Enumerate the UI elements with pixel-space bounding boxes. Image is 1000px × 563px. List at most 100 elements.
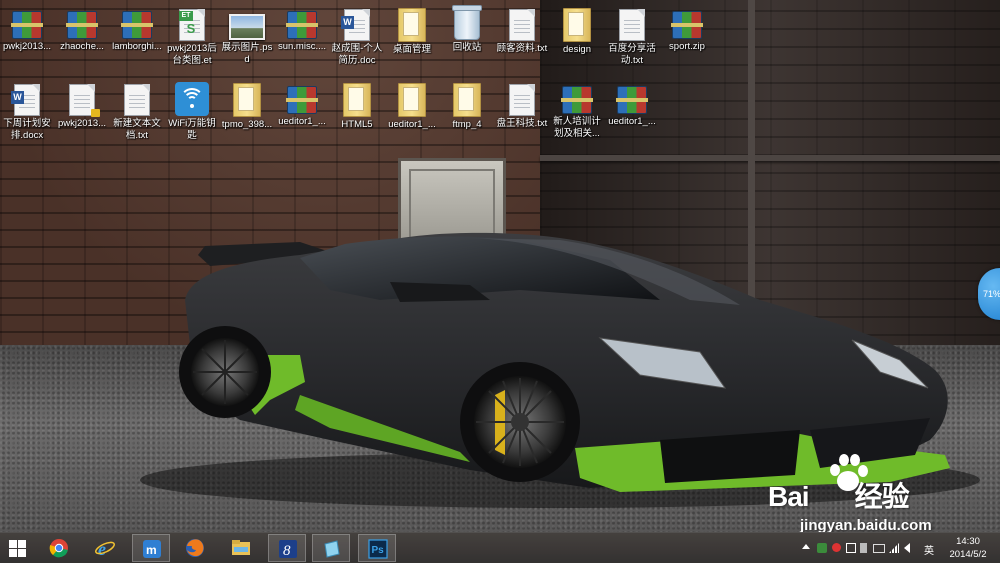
app-8-icon: 8 — [279, 540, 297, 559]
taskbar-app-photoshop[interactable]: Ps — [358, 534, 396, 562]
taskbar-app-8[interactable]: 8 — [268, 534, 306, 562]
volume-icon[interactable] — [904, 543, 910, 553]
desktop-icon[interactable]: ftmp_4 — [440, 77, 494, 131]
taskbar-app-ie[interactable]: e — [86, 534, 124, 562]
desktop-icon[interactable]: 百度分享活动.txt — [605, 2, 659, 67]
show-hidden-icons-icon[interactable] — [802, 544, 810, 549]
text-file-icon — [619, 9, 645, 41]
desktop-icon[interactable]: ueditor1_... — [605, 77, 659, 128]
photoshop-icon: Ps — [368, 539, 388, 559]
desktop-icon-label: pwkj2013... — [57, 118, 107, 129]
svg-text:e: e — [98, 539, 106, 558]
winrar-archive-icon — [286, 11, 318, 39]
desktop-icon[interactable]: sport.zip — [660, 2, 714, 53]
desktop-icon[interactable]: 新人培训计划及相关... — [550, 77, 604, 140]
taskbar-app-explorer[interactable] — [222, 534, 260, 562]
desktop-icon-label: 顾客资料.txt — [496, 43, 548, 54]
winrar-archive-icon — [11, 11, 43, 39]
word-document-icon: W — [11, 84, 40, 116]
desktop-icon-label: tpmo_398... — [221, 119, 273, 130]
start-button[interactable] — [0, 534, 38, 562]
desktop-icon-label: ueditor1_... — [388, 119, 436, 130]
clock-time: 14:30 — [956, 536, 980, 547]
desktop-icon-label: pwkj2013... — [2, 41, 52, 52]
notification-badge-icon[interactable] — [832, 543, 841, 552]
desktop-icon[interactable]: 盘王科技.txt — [495, 77, 549, 130]
folder-icon — [233, 83, 261, 117]
desktop-icon[interactable]: 桌面管理 — [385, 2, 439, 56]
desktop-icon[interactable]: W 下周计划安排.docx — [0, 77, 54, 142]
maxthon-icon: m — [143, 540, 161, 558]
locked-file-icon — [69, 84, 100, 117]
winrar-archive-icon — [671, 11, 703, 39]
desktop-icon-label: 百度分享活动.txt — [608, 43, 656, 66]
desktop-icon-label: WiFi万能钥匙 — [168, 118, 216, 141]
desktop-icon-label: 展示图片.psd — [221, 42, 273, 65]
desktop-icon[interactable]: 回收站 — [440, 2, 494, 54]
desktop-icon[interactable]: zhaoche... — [55, 2, 109, 53]
desktop-icon-label: 盘王科技.txt — [496, 118, 548, 129]
desktop-icon[interactable]: WiFi万能钥匙 — [165, 77, 219, 142]
desktop-icon[interactable]: ET Spwkj2013后台类图.et — [165, 2, 219, 67]
desktop-icon[interactable]: tpmo_398... — [220, 77, 274, 131]
desktop-icon[interactable]: 新建文本文档.txt — [110, 77, 164, 142]
wifi-key-app-icon — [175, 82, 209, 116]
desktop-icon[interactable]: pwkj2013... — [55, 77, 109, 130]
winrar-archive-icon — [66, 11, 98, 39]
desktop-icon-label: sun.misc.... — [277, 41, 327, 52]
firefox-icon — [186, 539, 204, 557]
battery-icon[interactable] — [873, 544, 885, 553]
internet-explorer-icon: e — [95, 539, 115, 558]
usb-device-icon[interactable] — [860, 543, 867, 553]
taskbar-clock[interactable]: 14:30 2014/5/2 — [940, 535, 996, 561]
desktop-icon[interactable]: 顾客资料.txt — [495, 2, 549, 55]
desktop-icon[interactable]: HTML5 — [330, 77, 384, 131]
desktop-icon-label: zhaoche... — [60, 41, 104, 52]
desktop-icon[interactable]: W 赵成围-个人简历.doc — [330, 2, 384, 67]
action-center-flag-icon[interactable] — [846, 543, 856, 553]
system-tray: 英 — [800, 533, 940, 563]
desktop-icon[interactable]: 展示图片.psd — [220, 2, 274, 66]
word-document-icon: W — [341, 9, 370, 41]
taskbar-app-blue[interactable] — [312, 534, 350, 562]
network-signal-icon[interactable] — [889, 543, 899, 553]
widget-percent-label: 71% — [983, 289, 1000, 299]
security-shield-icon[interactable] — [817, 543, 827, 553]
recycle-bin-icon — [452, 5, 482, 40]
taskbar-app-firefox[interactable] — [176, 534, 214, 562]
folder-icon — [343, 83, 371, 117]
desktop-icon[interactable]: pwkj2013... — [0, 2, 54, 53]
desktop-icon[interactable]: ueditor1_... — [275, 77, 329, 128]
taskbar-app-chrome[interactable] — [40, 534, 78, 562]
desktop-icon[interactable]: ueditor1_... — [385, 77, 439, 131]
watermark-brand: Bai 经验 — [768, 481, 910, 512]
winrar-archive-icon — [616, 86, 648, 114]
text-file-icon — [509, 84, 535, 116]
blue-app-icon — [324, 540, 340, 558]
desktop-icon-label: pwkj2013后台类图.et — [167, 43, 217, 66]
desktop-icon[interactable]: design — [550, 2, 604, 56]
input-method-indicator[interactable]: 英 — [924, 542, 934, 557]
desktop-icon-label: ueditor1_... — [608, 116, 656, 127]
text-file-icon — [124, 84, 150, 116]
desktop-icon-label: ueditor1_... — [278, 116, 326, 127]
desktop-icon-label: 赵成围-个人简历.doc — [331, 43, 383, 66]
desktop-icon-label: 下周计划安排.docx — [3, 118, 51, 141]
winrar-archive-icon — [286, 86, 318, 114]
image-file-icon — [229, 14, 265, 40]
desktop-icon[interactable]: lamborghi... — [110, 2, 164, 53]
winrar-archive-icon — [121, 11, 153, 39]
desktop-icon[interactable]: sun.misc.... — [275, 2, 329, 53]
desktop-icon-label: lamborghi... — [112, 41, 162, 52]
svg-text:8: 8 — [283, 543, 291, 559]
taskbar-app-maxthon[interactable]: m — [132, 534, 170, 562]
desktop-icon-label: 桌面管理 — [392, 44, 431, 55]
file-explorer-icon — [232, 540, 250, 555]
winrar-archive-icon — [561, 86, 593, 114]
desktop-icon-label: 新建文本文档.txt — [113, 118, 161, 141]
chrome-icon — [49, 539, 68, 558]
folder-icon — [563, 8, 591, 42]
folder-icon — [398, 83, 426, 117]
desktop-icon-label: 回收站 — [452, 42, 482, 53]
text-file-icon — [509, 9, 535, 41]
